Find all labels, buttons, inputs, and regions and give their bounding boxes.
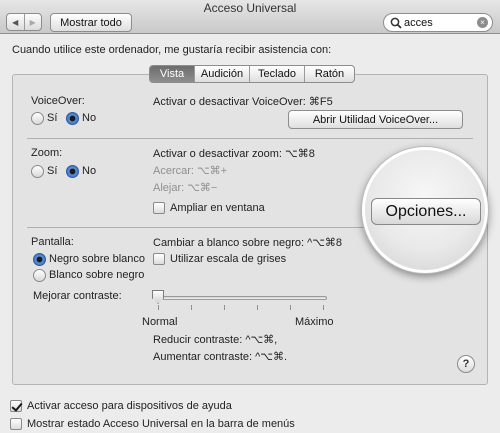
contrast-slider-track[interactable] [155, 296, 327, 300]
open-voiceover-utility-button[interactable]: Abrir Utilidad VoiceOver... [288, 110, 463, 129]
search-input[interactable] [404, 16, 474, 30]
pane-tabs: Vista Audición Teclado Ratón [149, 65, 355, 83]
section-divider [27, 138, 473, 139]
contrast-min-label: Normal [142, 316, 178, 328]
slider-tick [158, 305, 159, 310]
voiceover-yes-label[interactable]: Sí [47, 112, 57, 124]
zoom-out-shortcut: Alejar: ⌥⌘− [153, 182, 218, 194]
slider-tick [290, 305, 291, 310]
zoom-shortcut: Activar o desactivar zoom: ⌥⌘8 [153, 148, 315, 160]
black-on-white-radio[interactable] [33, 253, 46, 266]
invert-shortcut: Cambiar a blanco sobre negro: ^⌥⌘8 [153, 237, 343, 249]
intro-text: Cuando utilice este ordenador, me gustar… [12, 44, 332, 56]
display-label: Pantalla: [31, 236, 74, 248]
voiceover-no-radio[interactable] [66, 112, 79, 125]
tab-vista[interactable]: Vista [150, 66, 194, 82]
slider-tick [191, 305, 192, 310]
zoom-no-radio[interactable] [66, 165, 79, 178]
contrast-label: Mejorar contraste: [33, 290, 122, 302]
menubar-status-label[interactable]: Mostrar estado Acceso Universal en la ba… [27, 418, 295, 430]
zoom-yes-radio[interactable] [31, 165, 44, 178]
voiceover-no-label[interactable]: No [82, 112, 96, 124]
menubar-status-checkbox[interactable] [10, 418, 22, 430]
search-field[interactable]: × [383, 13, 493, 32]
help-button[interactable]: ? [457, 355, 475, 373]
slider-tick [224, 305, 225, 310]
slider-tick [323, 305, 324, 310]
slider-tick [257, 305, 258, 310]
zoom-in-shortcut: Acercar: ⌥⌘+ [153, 165, 228, 177]
window-toolbar: Acceso Universal ◀ ▶ Mostrar todo × [0, 0, 500, 34]
magnifier-lens: Opciones... [362, 147, 488, 273]
back-arrow-icon[interactable]: ◀ [7, 14, 24, 30]
zoom-yes-label[interactable]: Sí [47, 165, 57, 177]
black-on-white-label[interactable]: Negro sobre blanco [49, 253, 145, 265]
assistive-devices-label[interactable]: Activar acceso para dispositivos de ayud… [27, 400, 232, 412]
zoom-window-label[interactable]: Ampliar en ventana [170, 202, 265, 214]
search-icon [390, 17, 402, 29]
voiceover-shortcut: Activar o desactivar VoiceOver: ⌘F5 [153, 96, 333, 108]
clear-search-icon[interactable]: × [477, 17, 488, 28]
contrast-max-label: Máximo [295, 316, 334, 328]
contrast-slider-ticks [158, 305, 324, 310]
reduce-contrast-shortcut: Reducir contraste: ^⌥⌘, [153, 334, 278, 346]
voiceover-yes-radio[interactable] [31, 112, 44, 125]
zoom-no-label[interactable]: No [82, 165, 96, 177]
grayscale-checkbox[interactable] [153, 253, 165, 265]
increase-contrast-shortcut: Aumentar contraste: ^⌥⌘. [153, 351, 287, 363]
show-all-button[interactable]: Mostrar todo [50, 13, 132, 32]
tab-audicion[interactable]: Audición [194, 66, 249, 82]
tab-teclado[interactable]: Teclado [249, 66, 304, 82]
grayscale-label[interactable]: Utilizar escala de grises [170, 253, 286, 265]
white-on-black-label[interactable]: Blanco sobre negro [49, 269, 144, 281]
tab-raton[interactable]: Ratón [304, 66, 354, 82]
zoom-label: Zoom: [31, 147, 63, 159]
zoom-window-checkbox[interactable] [153, 202, 165, 214]
zoom-options-button[interactable]: Opciones... [371, 198, 481, 225]
forward-arrow-icon[interactable]: ▶ [23, 14, 42, 30]
assistive-devices-checkbox[interactable] [10, 400, 22, 412]
white-on-black-radio[interactable] [33, 269, 46, 282]
back-forward-control[interactable]: ◀ ▶ [6, 13, 42, 31]
voiceover-label: VoiceOver: [31, 95, 85, 107]
